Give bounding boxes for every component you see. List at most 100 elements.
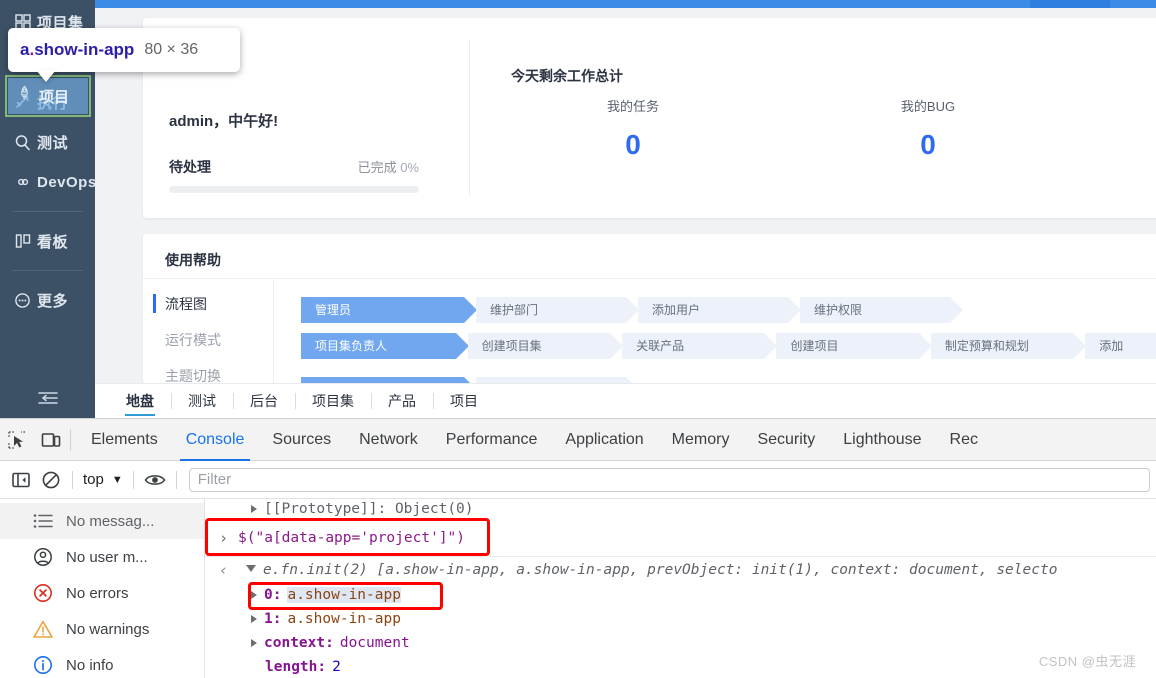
sidebar-item-project[interactable]: 项目: [5, 75, 91, 117]
expand-triangle-icon[interactable]: [251, 591, 257, 599]
tab-label: 后台: [250, 393, 278, 409]
device-toolbar-icon[interactable]: [34, 419, 68, 461]
tab-lighthouse[interactable]: Lighthouse: [829, 419, 935, 461]
flow-step-chip[interactable]: 维护权限: [800, 296, 963, 323]
warning-icon: [32, 618, 54, 640]
sidebar-divider: [12, 270, 83, 271]
tab-console[interactable]: Console: [172, 419, 259, 461]
tab-product[interactable]: 产品: [371, 384, 433, 418]
sidebar-item-label: 看板: [37, 233, 69, 251]
inspect-element-icon[interactable]: [0, 419, 34, 461]
infinity-icon: [14, 174, 31, 191]
more-circle-icon: [14, 292, 31, 309]
app-top-bar-segment: [1030, 0, 1110, 8]
tab-security[interactable]: Security: [743, 419, 829, 461]
console-sidebar-item-info[interactable]: No info: [0, 647, 204, 678]
stat-my-tasks[interactable]: 我的任务 0: [568, 96, 698, 161]
clear-console-icon[interactable]: [36, 465, 66, 495]
tab-label: 项目集: [312, 393, 354, 409]
live-expression-eye-icon[interactable]: [140, 465, 170, 495]
tab-application[interactable]: Application: [551, 419, 657, 461]
console-output[interactable]: [[Prototype]]: Object(0) › $("a[data-app…: [205, 499, 1156, 678]
property-key: context: [264, 635, 326, 651]
stat-value: 0: [625, 129, 641, 160]
tab-label: Network: [359, 430, 418, 448]
flow-row: 项目集负责人 创建项目集 关联产品 创建项目 制定预算和规划 添加: [301, 328, 1156, 363]
card-divider: [469, 40, 470, 196]
collapse-triangle-icon[interactable]: [246, 564, 257, 576]
console-toolbar: top ▼ Filter: [0, 461, 1156, 499]
console-sidebar-icon[interactable]: [6, 465, 36, 495]
console-sidebar-item-errors[interactable]: No errors: [0, 575, 204, 611]
tab-performance[interactable]: Performance: [432, 419, 552, 461]
tab-label: Elements: [91, 430, 158, 448]
flow-step-chip[interactable]: 添加用户: [638, 296, 801, 323]
pending-row: 待处理 已完成 0%: [169, 157, 419, 177]
sidebar-item-devops[interactable]: DevOps: [0, 162, 96, 202]
tab-label: Sources: [272, 430, 332, 448]
sidebar-item-more[interactable]: 更多: [0, 280, 95, 320]
app-top-bar: [95, 0, 1156, 8]
console-sidebar-item-warnings[interactable]: No warnings: [0, 611, 204, 647]
tab-program[interactable]: 项目集: [295, 384, 371, 418]
sidebar-item-label: 更多: [37, 292, 69, 310]
console-input-row[interactable]: › $("a[data-app='project']"): [205, 519, 1156, 557]
tab-project[interactable]: 项目: [433, 384, 495, 418]
stat-label: 我的任务: [606, 99, 659, 114]
tab-label: Application: [565, 430, 644, 448]
tab-test[interactable]: 测试: [171, 384, 233, 418]
devtools-tab-bar: Elements Console Sources Network Perform…: [0, 419, 1156, 461]
expand-triangle-icon[interactable]: [251, 505, 257, 513]
flow-step-chip[interactable]: 关联产品: [622, 332, 778, 359]
console-scrollback-line: [[Prototype]]: Object(0): [205, 499, 1156, 519]
sidebar-item-kanban[interactable]: 看板: [0, 221, 95, 261]
property-value: a.show-in-app: [287, 611, 401, 627]
console-sidebar-item-messages[interactable]: No messag...: [0, 503, 204, 539]
tab-label: Lighthouse: [843, 430, 922, 448]
console-property-row[interactable]: length: 2: [205, 655, 1156, 678]
element-inspector-tooltip: a.show-in-app 80 × 36: [8, 28, 240, 72]
console-sidebar-label: No warnings: [66, 620, 150, 638]
help-menu: 流程图 运行模式 主题切换: [143, 286, 273, 394]
help-card: 使用帮助 流程图 运行模式 主题切换 管理员 维护部门 添加用户 维护权限 项目…: [143, 234, 1156, 403]
property-value: 2: [332, 659, 341, 675]
help-menu-item-run-mode[interactable]: 运行模式: [143, 322, 273, 358]
expand-triangle-icon[interactable]: [251, 615, 257, 623]
tab-label: Security: [757, 430, 816, 448]
console-result-row: ‹ e.fn.init(2) [a.show-in-app, a.show-in…: [205, 557, 1156, 583]
tab-network[interactable]: Network: [345, 419, 432, 461]
console-property-row[interactable]: context: document: [205, 631, 1156, 655]
user-icon: [32, 546, 54, 568]
sidebar-item-test[interactable]: 测试: [0, 122, 95, 162]
flow-step-chip[interactable]: 创建项目集: [467, 332, 624, 359]
tab-recorder[interactable]: Rec: [936, 419, 992, 461]
filter-input[interactable]: Filter: [188, 467, 1150, 492]
flow-role-chip[interactable]: 管理员: [301, 296, 477, 323]
stat-my-bugs[interactable]: 我的BUG 0: [863, 96, 993, 161]
watermark-text: CSDN @虫无涯: [1038, 654, 1136, 669]
console-property-row[interactable]: 0: a.show-in-app: [205, 583, 1156, 607]
sidebar-collapse-button[interactable]: [0, 383, 95, 418]
console-sidebar-item-user-messages[interactable]: No user m...: [0, 539, 204, 575]
console-property-row[interactable]: 1: a.show-in-app: [205, 607, 1156, 631]
expand-triangle-icon[interactable]: [251, 639, 257, 647]
console-sidebar-label: No user m...: [66, 548, 148, 566]
tab-label: Memory: [671, 430, 730, 448]
flow-step-chip[interactable]: 制定预算和规划: [930, 332, 1087, 359]
console-sidebar-label: No info: [66, 656, 114, 674]
flow-step-chip[interactable]: 维护部门: [476, 296, 639, 323]
execution-context-select[interactable]: top ▼: [79, 471, 127, 488]
tab-memory[interactable]: Memory: [658, 419, 744, 461]
flow-step-chip[interactable]: 创建项目: [776, 332, 933, 359]
tab-label: 测试: [188, 393, 216, 409]
flow-step-chip[interactable]: 添加: [1085, 332, 1156, 359]
devtools-panel: Elements Console Sources Network Perform…: [0, 418, 1156, 678]
tab-elements[interactable]: Elements: [77, 419, 172, 461]
help-card-vertical-divider: [273, 279, 274, 384]
help-menu-item-flowchart[interactable]: 流程图: [143, 286, 273, 322]
tab-backend[interactable]: 后台: [233, 384, 295, 418]
flow-role-chip[interactable]: 项目集负责人: [301, 332, 469, 359]
tab-didpan[interactable]: 地盘: [109, 384, 171, 418]
tab-sources[interactable]: Sources: [258, 419, 345, 461]
sidebar-divider: [12, 211, 83, 212]
